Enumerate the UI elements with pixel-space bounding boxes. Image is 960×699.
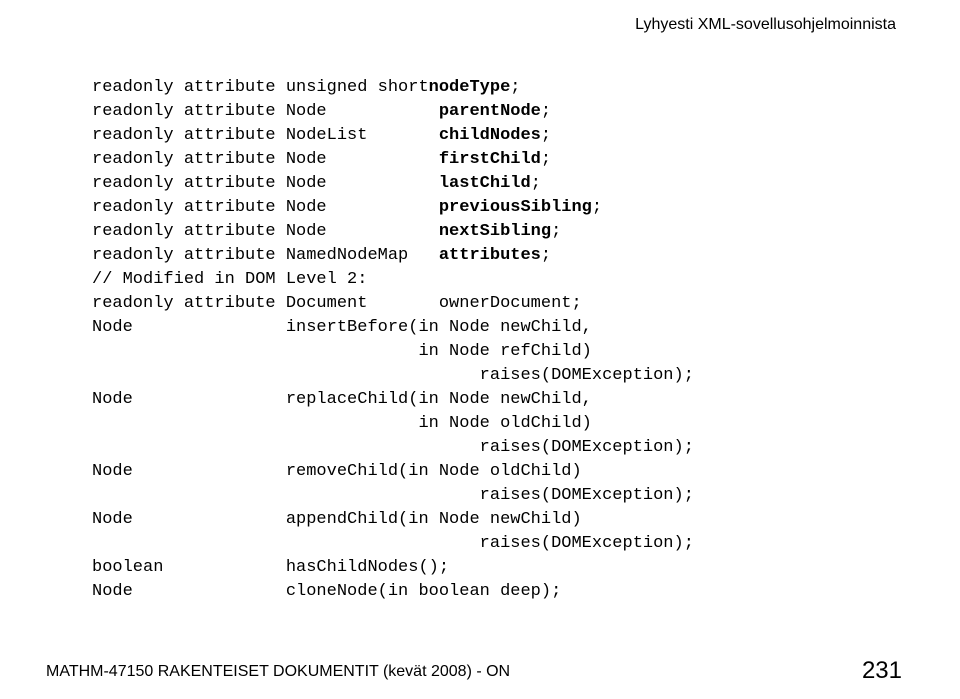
code-keyword: parentNode — [439, 102, 541, 121]
code-line: Node removeChild(in Node oldChild) — [92, 460, 900, 484]
footer-page-number: 231 — [862, 657, 902, 685]
code-text: readonly attribute Node — [92, 198, 439, 217]
code-text: ; — [541, 102, 551, 121]
footer-course: MATHM-47150 RAKENTEISET DOKUMENTIT (kevä… — [46, 663, 510, 681]
code-line: boolean hasChildNodes(); — [92, 556, 900, 580]
code-text: ; — [541, 246, 551, 265]
code-text: readonly attribute Node — [92, 150, 439, 169]
code-line: raises(DOMException); — [92, 484, 900, 508]
code-line: readonly attribute unsigned shortnodeTyp… — [92, 76, 900, 100]
code-block: readonly attribute unsigned shortnodeTyp… — [92, 76, 900, 604]
code-text: ; — [592, 198, 602, 217]
code-text: readonly attribute NamedNodeMap — [92, 246, 439, 265]
code-text: ; — [541, 150, 551, 169]
code-text: readonly attribute unsigned short — [92, 78, 429, 97]
code-line: readonly attribute NodeList childNodes; — [92, 124, 900, 148]
code-keyword: attributes — [439, 246, 541, 265]
code-line: Node replaceChild(in Node newChild, — [92, 388, 900, 412]
code-text: readonly attribute NodeList — [92, 126, 439, 145]
code-line: readonly attribute Node nextSibling; — [92, 220, 900, 244]
code-line: readonly attribute Node previousSibling; — [92, 196, 900, 220]
document-header: Lyhyesti XML-sovellusohjelmoinnista — [635, 16, 896, 34]
code-keyword: lastChild — [439, 174, 531, 193]
code-text: readonly attribute Node — [92, 102, 439, 121]
code-keyword: previousSibling — [439, 198, 592, 217]
code-line: Node cloneNode(in boolean deep); — [92, 580, 900, 604]
code-line: in Node oldChild) — [92, 412, 900, 436]
code-line: Node appendChild(in Node newChild) — [92, 508, 900, 532]
code-line: // Modified in DOM Level 2: — [92, 268, 900, 292]
code-line: readonly attribute Node firstChild; — [92, 148, 900, 172]
code-line: readonly attribute Node parentNode; — [92, 100, 900, 124]
code-text: readonly attribute Node — [92, 174, 439, 193]
code-text: ; — [551, 222, 561, 241]
code-text: ; — [510, 78, 520, 97]
code-line: raises(DOMException); — [92, 532, 900, 556]
code-keyword: firstChild — [439, 150, 541, 169]
code-line: readonly attribute Node lastChild; — [92, 172, 900, 196]
code-text: ; — [531, 174, 541, 193]
code-line: readonly attribute NamedNodeMap attribut… — [92, 244, 900, 268]
header-title: Lyhyesti XML-sovellusohjelmoinnista — [635, 16, 896, 33]
code-keyword: nodeType — [429, 78, 511, 97]
code-line: raises(DOMException); — [92, 436, 900, 460]
code-line: readonly attribute Document ownerDocumen… — [92, 292, 900, 316]
code-keyword: childNodes — [439, 126, 541, 145]
code-text: ; — [541, 126, 551, 145]
code-line: Node insertBefore(in Node newChild, — [92, 316, 900, 340]
code-line: in Node refChild) — [92, 340, 900, 364]
code-keyword: nextSibling — [439, 222, 551, 241]
document-footer: MATHM-47150 RAKENTEISET DOKUMENTIT (kevä… — [46, 663, 914, 681]
code-line: raises(DOMException); — [92, 364, 900, 388]
code-text: readonly attribute Node — [92, 222, 439, 241]
